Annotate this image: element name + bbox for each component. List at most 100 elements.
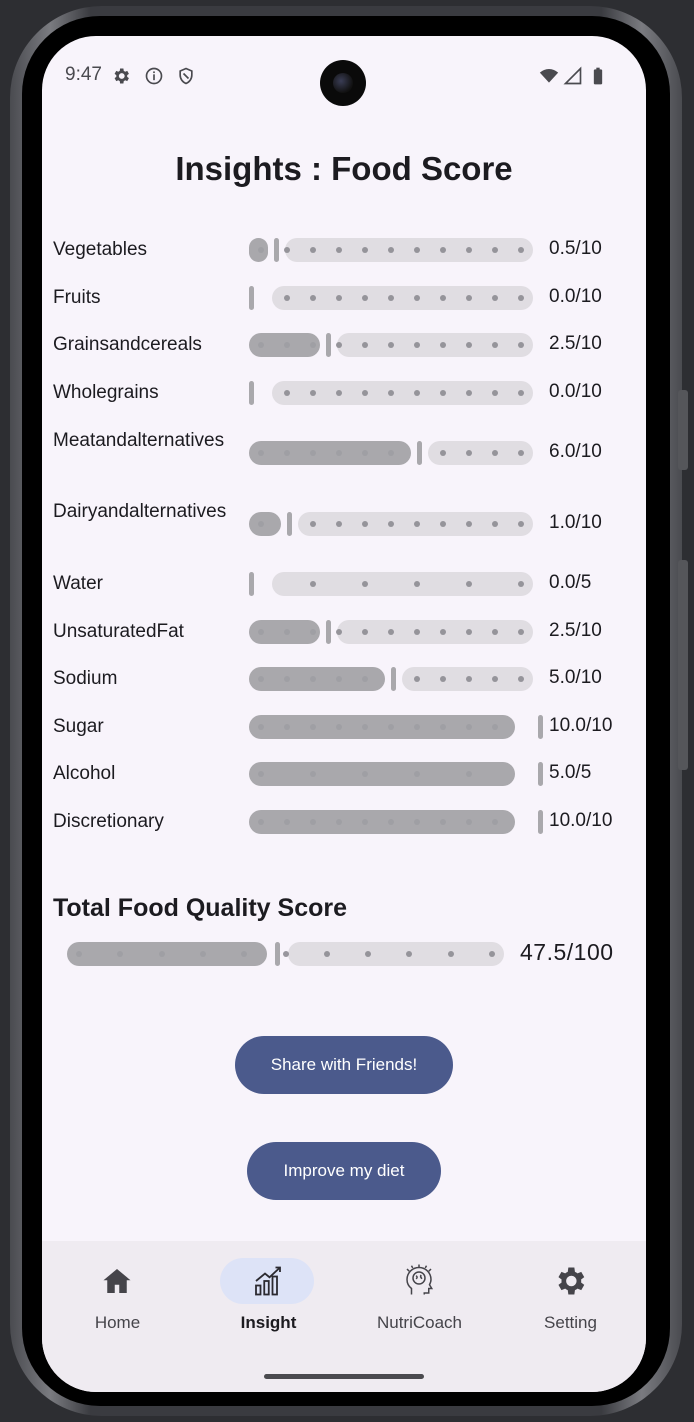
slider-tick [440, 629, 446, 635]
slider-thumb[interactable] [274, 238, 279, 262]
score-row: UnsaturatedFat 2.5/10 [42, 612, 646, 652]
slider-tick [362, 521, 368, 527]
slider-tick [466, 724, 472, 730]
score-value: 0.5/10 [549, 238, 602, 259]
slider-tick [336, 819, 342, 825]
slider-tick [414, 247, 420, 253]
score-value: 1.0/10 [549, 512, 602, 533]
score-row: Discretionary 10.0/10 [42, 802, 646, 842]
score-slider[interactable] [249, 572, 533, 596]
nav-item-nutricoach[interactable]: NutriCoach [344, 1241, 495, 1351]
score-label: Fruits [53, 287, 101, 308]
score-slider[interactable] [249, 667, 533, 691]
slider-tick [362, 450, 368, 456]
slider-tick [388, 342, 394, 348]
slider-thumb[interactable] [538, 715, 543, 739]
slider-tick [414, 295, 420, 301]
slider-thumb[interactable] [391, 667, 396, 691]
slider-tick [518, 295, 524, 301]
slider-tick [310, 450, 316, 456]
score-slider[interactable] [249, 333, 533, 357]
improve-diet-button[interactable]: Improve my diet [247, 1142, 441, 1200]
score-label: Wholegrains [53, 382, 159, 403]
score-slider[interactable] [249, 238, 533, 262]
slider-tick [284, 295, 290, 301]
score-value: 0.0/10 [549, 286, 602, 307]
home-indicator[interactable] [264, 1374, 424, 1379]
slider-tick [492, 521, 498, 527]
slider-tick [258, 724, 264, 730]
slider-tick [336, 342, 342, 348]
score-slider[interactable] [249, 441, 533, 465]
score-row: Fruits 0.0/10 [42, 278, 646, 318]
slider-tick [199, 951, 206, 957]
slider-thumb[interactable] [326, 620, 331, 644]
slider-thumb[interactable] [275, 942, 281, 966]
score-slider[interactable] [249, 810, 543, 834]
score-row: Alcohol 5.0/5 [42, 754, 646, 794]
slider-tick [336, 521, 342, 527]
share-button[interactable]: Share with Friends! [235, 1036, 453, 1094]
slider-tick [310, 581, 316, 587]
slider-thumb[interactable] [538, 810, 543, 834]
slider-tick [310, 629, 316, 635]
score-value: 2.5/10 [549, 620, 602, 641]
slider-tick [492, 450, 498, 456]
score-row: Grainsandcereals 2.5/10 [42, 325, 646, 365]
score-slider[interactable] [249, 512, 533, 536]
slider-tick [388, 724, 394, 730]
slider-tick [492, 295, 498, 301]
slider-tick [282, 951, 289, 957]
score-row: Meatandalternatives 6.0/10 [42, 430, 646, 473]
slider-tick [414, 390, 420, 396]
score-label: Water [53, 573, 103, 594]
total-score-slider[interactable] [67, 942, 504, 966]
nav-item-home[interactable]: Home [42, 1241, 193, 1351]
home-icon [103, 1269, 131, 1293]
score-row: Vegetables 0.5/10 [42, 230, 646, 270]
app-screen: 9:47 Insights : Food Score Vegetables 0.5… [42, 36, 646, 1392]
slider-tick [336, 450, 342, 456]
slider-tick [388, 295, 394, 301]
slider-tick [388, 450, 394, 456]
slider-thumb[interactable] [249, 286, 254, 310]
slider-tick [414, 724, 420, 730]
slider-thumb[interactable] [287, 512, 292, 536]
slider-tick [466, 771, 472, 777]
slider-tick [388, 247, 394, 253]
nav-label: Setting [544, 1313, 597, 1332]
slider-thumb[interactable] [538, 762, 543, 786]
slider-tick [284, 819, 290, 825]
slider-tick [414, 581, 420, 587]
slider-tick [414, 342, 420, 348]
score-slider[interactable] [249, 286, 533, 310]
slider-tick [284, 247, 290, 253]
slider-tick [518, 521, 524, 527]
score-slider[interactable] [249, 381, 533, 405]
nav-item-insight[interactable]: Insight [193, 1241, 344, 1351]
score-slider[interactable] [249, 762, 543, 786]
slider-tick [518, 629, 524, 635]
slider-thumb[interactable] [249, 572, 254, 596]
status-bar: 9:47 [42, 36, 646, 116]
wifi-icon [539, 69, 559, 83]
slider-tick [414, 676, 420, 682]
score-value: 10.0/10 [549, 810, 613, 831]
slider-tick [284, 450, 290, 456]
slider-tick [310, 247, 316, 253]
slider-tick [336, 629, 342, 635]
slider-thumb[interactable] [417, 441, 422, 465]
signal-icon [563, 66, 582, 85]
score-slider[interactable] [249, 620, 533, 644]
slider-thumb[interactable] [326, 333, 331, 357]
score-value: 10.0/10 [549, 715, 613, 736]
score-row: Sodium 5.0/10 [42, 659, 646, 699]
brain-icon [406, 1264, 434, 1295]
slider-tick [466, 247, 472, 253]
nav-item-setting[interactable]: Setting [495, 1241, 646, 1351]
slider-tick [414, 819, 420, 825]
slider-thumb[interactable] [249, 381, 254, 405]
score-slider[interactable] [249, 715, 543, 739]
volume-button [678, 390, 688, 470]
slider-tick [466, 295, 472, 301]
